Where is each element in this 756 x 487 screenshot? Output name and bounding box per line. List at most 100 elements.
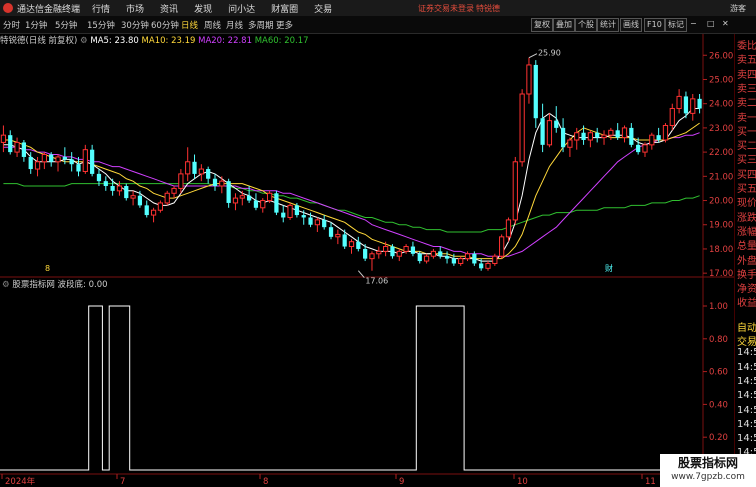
candle-body	[103, 181, 108, 186]
candle-body	[164, 192, 170, 204]
candle-body	[423, 255, 430, 262]
candle-body	[8, 135, 13, 153]
candle-body	[342, 234, 347, 247]
ma60-line	[3, 183, 700, 233]
price-tick-label: 18.00	[709, 245, 733, 255]
high-marker-label: 25.90	[538, 49, 561, 58]
candle-body	[150, 209, 157, 216]
candle-body	[479, 263, 484, 269]
indicator-tick-label: 0.80	[709, 335, 728, 345]
candle-body	[62, 156, 67, 160]
candle-body	[232, 197, 239, 204]
candle-body	[499, 236, 505, 257]
candle-body	[662, 124, 669, 141]
candle-body	[608, 129, 614, 136]
candle-body	[403, 246, 409, 252]
candle-body	[369, 253, 375, 260]
quote-panel-item: 14:56	[737, 375, 756, 387]
candle-body	[137, 195, 143, 206]
date-tick-label: 9	[399, 477, 404, 487]
candle-body	[430, 250, 437, 257]
quote-panel-item: 卖四	[737, 69, 756, 81]
candle-body	[444, 256, 450, 259]
indicator-tick-label: 0.20	[709, 433, 728, 443]
quote-panel-item: 委比	[737, 41, 756, 52]
candle-body	[546, 120, 553, 146]
candle-body	[649, 134, 655, 146]
candle-body	[266, 192, 273, 202]
candle-body	[226, 181, 231, 203]
candle-body	[41, 154, 47, 163]
price-tick-label: 23.00	[709, 124, 733, 134]
candle-body	[410, 246, 416, 254]
quote-panel-item: 收益	[737, 298, 756, 310]
price-tick-label: 22.00	[709, 148, 733, 158]
candle-body	[322, 219, 327, 228]
candle-body	[253, 200, 259, 208]
candle-body	[192, 161, 197, 174]
quote-panel-item: 买二	[737, 141, 756, 153]
candle-body	[595, 132, 600, 138]
event-marker-left: 8	[45, 264, 50, 273]
candle-body	[396, 250, 402, 257]
candle-body	[274, 193, 279, 213]
date-axis: 2024年 7 8 9 10 11	[1, 474, 656, 487]
candle-body	[21, 142, 27, 157]
quote-panel-item: 净资	[737, 284, 756, 296]
candle-body	[512, 161, 518, 221]
price-tick-label: 21.00	[709, 172, 733, 182]
candle-body	[472, 253, 477, 264]
site-watermark: 股票指标网 www.7gpzb.com	[660, 454, 756, 487]
wave-bottom-line	[0, 305, 703, 471]
candle-body	[356, 241, 361, 249]
quote-panel-item: 14:56	[737, 418, 756, 430]
indicator-tick-label: 0.40	[709, 400, 728, 410]
candle-body	[697, 98, 702, 109]
quote-panel-item: 换手	[737, 269, 756, 281]
indicator-tick-label: 1.00	[709, 302, 728, 312]
quote-panel-item: 自动	[737, 322, 756, 334]
candle-body	[76, 164, 81, 172]
candle-body	[314, 219, 320, 226]
candle-body	[171, 187, 177, 194]
candle-body	[287, 204, 293, 218]
price-tick-label: 17.00	[709, 269, 733, 279]
quote-panel-item: 外盘	[737, 255, 756, 267]
price-tick-label: 20.00	[709, 197, 733, 207]
price-tick-label: 25.00	[709, 75, 733, 85]
candle-body	[587, 132, 593, 141]
candle-body	[656, 135, 661, 140]
candle-body	[642, 144, 648, 153]
candle-body	[581, 132, 586, 140]
candle-body	[49, 154, 54, 162]
price-tick-label: 24.00	[709, 100, 733, 110]
watermark-url: www.7gpzb.com	[671, 472, 745, 482]
event-marker-right: 财	[605, 263, 613, 273]
candle-body	[130, 195, 136, 199]
quote-panel-item: 交易	[737, 337, 756, 348]
quote-panel: 委比 卖五 卖四 卖三 卖二 卖一 买一 买二 买三 买四 买五 现价 涨跌 涨幅 总量 外盘 换手 净资 收益 自动…	[734, 34, 756, 487]
candle-body	[308, 217, 313, 225]
candle-body	[82, 149, 88, 172]
quote-panel-item: 现价	[737, 198, 756, 210]
candle-body	[438, 251, 443, 257]
candle-body	[636, 144, 641, 153]
candle-body	[451, 258, 456, 264]
candle-body	[348, 241, 355, 248]
candle-body	[55, 156, 61, 163]
candle-body	[683, 96, 689, 114]
ma20-line	[3, 132, 700, 257]
candle-body	[124, 186, 129, 199]
candle-body	[90, 149, 95, 174]
candle-body	[485, 262, 491, 269]
candle-body	[185, 161, 191, 175]
candle-body	[615, 130, 620, 138]
candle-body	[526, 64, 532, 95]
watermark-title: 股票指标网	[677, 456, 738, 470]
candle-body	[417, 253, 422, 262]
candle-body	[383, 246, 389, 252]
candle-body	[519, 93, 525, 163]
indicator-tick-label: 0.60	[709, 368, 728, 378]
date-tick-label: 7	[120, 477, 125, 487]
kline-chart[interactable]: 26.00 25.00 24.00 23.00 22.00 21.00 20.00 19.00…	[0, 0, 734, 487]
